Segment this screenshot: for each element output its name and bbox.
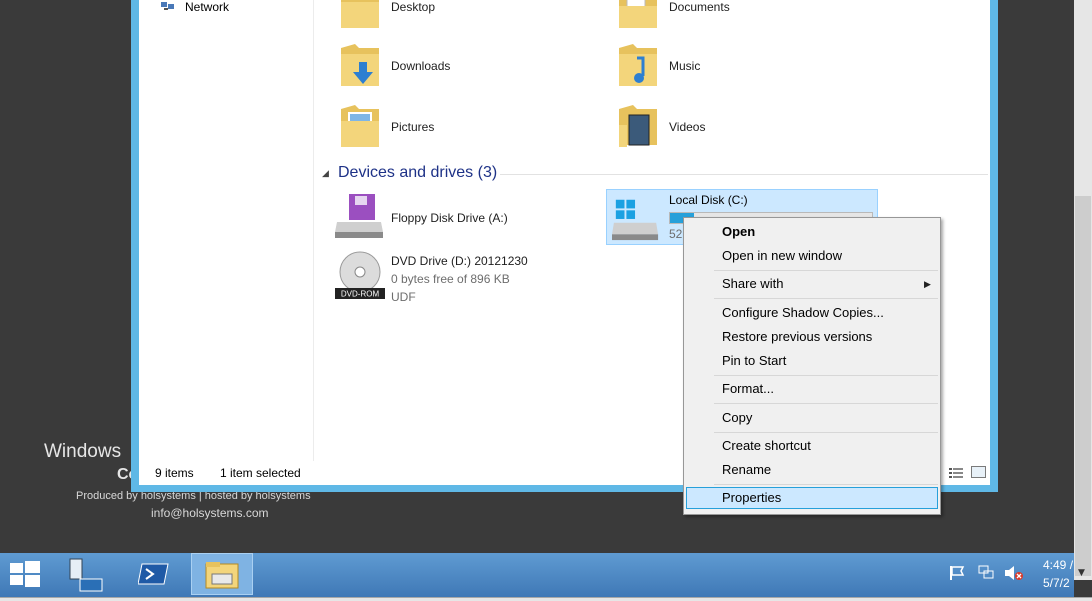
menu-separator	[714, 403, 938, 404]
menu-label: Share with	[722, 276, 784, 291]
drive-free-space: 0 bytes free of 896 KB	[391, 272, 510, 286]
menu-label: Configure Shadow Copies...	[722, 305, 884, 320]
large-icons-view-icon[interactable]	[971, 466, 986, 478]
folder-label: Videos	[669, 120, 706, 134]
menu-format[interactable]: Format...	[686, 378, 938, 400]
menu-label: Open in new window	[722, 248, 842, 263]
menu-share-with[interactable]: Share with ▶	[686, 273, 938, 295]
group-divider	[500, 174, 988, 175]
menu-label: Copy	[722, 410, 753, 425]
devices-and-drives-header[interactable]: ◢ Devices and drives (3)	[322, 164, 988, 184]
menu-label: Format...	[722, 381, 775, 396]
menu-properties[interactable]: Properties	[686, 487, 938, 509]
pictures-folder-icon	[341, 105, 379, 147]
file-explorer-icon	[205, 562, 239, 589]
collapse-arrow-icon[interactable]: ◢	[322, 168, 329, 179]
powershell-icon	[138, 563, 169, 585]
documents-folder-icon	[619, 0, 657, 28]
folder-desktop[interactable]: Desktop	[335, 0, 535, 38]
clock-time[interactable]: 4:49 /	[1043, 558, 1073, 572]
videos-folder-icon	[619, 105, 657, 147]
navigation-pane: Network	[139, 0, 314, 461]
folder-label: Music	[669, 59, 701, 73]
menu-separator	[714, 432, 938, 433]
menu-label: Properties	[722, 490, 782, 505]
drive-dvd[interactable]: DVD-ROM DVD Drive (D:) 20121230 0 bytes …	[335, 250, 595, 310]
flag-icon[interactable]	[948, 565, 966, 581]
dvd-rom-badge: DVD-ROM	[341, 290, 380, 299]
powershell-button[interactable]	[130, 553, 180, 597]
drive-free-space: 52	[669, 227, 683, 241]
folder-pictures[interactable]: Pictures	[335, 101, 535, 157]
drive-label: Floppy Disk Drive (A:)	[391, 211, 508, 225]
status-item-count: 9 items	[155, 466, 194, 480]
folder-label: Pictures	[391, 120, 435, 134]
menu-label: Restore previous versions	[722, 329, 873, 344]
drive-label: Local Disk (C:)	[669, 193, 748, 207]
menu-separator	[714, 270, 938, 271]
volume-muted-icon[interactable]	[1004, 565, 1024, 581]
scroll-down-arrow-icon[interactable]: ▼	[1078, 568, 1085, 578]
menu-copy[interactable]: Copy	[686, 407, 938, 429]
folder-label: Downloads	[391, 59, 451, 73]
folder-documents[interactable]: Documents	[613, 0, 813, 38]
watermark-email: info@holsystems.com	[151, 506, 269, 520]
network-icon	[161, 2, 174, 10]
downloads-folder-icon	[341, 44, 379, 86]
folder-label: Desktop	[391, 0, 436, 14]
menu-label: Create shortcut	[722, 438, 811, 453]
music-folder-icon	[619, 44, 657, 86]
menu-separator	[714, 298, 938, 299]
submenu-arrow-icon: ▶	[924, 279, 931, 289]
details-view-icon[interactable]	[949, 467, 963, 478]
menu-open[interactable]: Open	[686, 221, 938, 243]
menu-rename[interactable]: Rename	[686, 459, 938, 481]
menu-separator	[714, 375, 938, 376]
folder-music[interactable]: Music	[613, 40, 813, 96]
menu-create-shortcut[interactable]: Create shortcut	[686, 435, 938, 457]
local-disk-icon	[612, 199, 659, 241]
menu-label: Open	[722, 224, 756, 239]
menu-label: Pin to Start	[722, 353, 787, 368]
vertical-scrollbar[interactable]: ▼	[1074, 0, 1092, 580]
folder-label: Documents	[669, 0, 730, 14]
group-label: Devices and drives (3)	[338, 164, 498, 181]
scrollbar-thumb[interactable]	[1075, 196, 1091, 576]
menu-label: Rename	[722, 462, 772, 477]
bottom-scrollbar[interactable]	[0, 597, 1092, 601]
network-tray-icon[interactable]	[977, 565, 995, 581]
nav-item-label: Network	[185, 0, 230, 14]
menu-open-new-window[interactable]: Open in new window	[686, 245, 938, 267]
menu-configure-shadow-copies[interactable]: Configure Shadow Copies...	[686, 302, 938, 324]
context-menu: Open Open in new window Share with ▶ Conf…	[683, 217, 941, 515]
drive-label: DVD Drive (D:) 20121230	[391, 254, 528, 268]
drive-floppy[interactable]: Floppy Disk Drive (A:)	[335, 192, 565, 248]
status-selected-count: 1 item selected	[220, 466, 301, 480]
watermark-title: Windows	[44, 441, 122, 462]
server-manager-button[interactable]	[62, 553, 112, 597]
drive-filesystem: UDF	[391, 290, 416, 304]
start-icon	[10, 561, 40, 587]
server-manager-icon	[69, 558, 103, 592]
menu-pin-to-start[interactable]: Pin to Start	[686, 350, 938, 372]
file-explorer-taskbar-button[interactable]	[191, 553, 253, 595]
desktop-folder-icon	[341, 0, 379, 28]
clock-date[interactable]: 5/7/2	[1043, 576, 1070, 590]
folder-downloads[interactable]: Downloads	[335, 40, 535, 96]
taskbar: 4:49 / 5/7/2	[0, 553, 1074, 597]
menu-separator	[714, 484, 938, 485]
folder-videos[interactable]: Videos	[613, 101, 813, 157]
floppy-drive-icon	[335, 194, 383, 238]
dvd-drive-icon: DVD-ROM	[335, 251, 385, 299]
start-button[interactable]	[0, 553, 50, 597]
menu-restore-previous-versions[interactable]: Restore previous versions	[686, 326, 938, 348]
